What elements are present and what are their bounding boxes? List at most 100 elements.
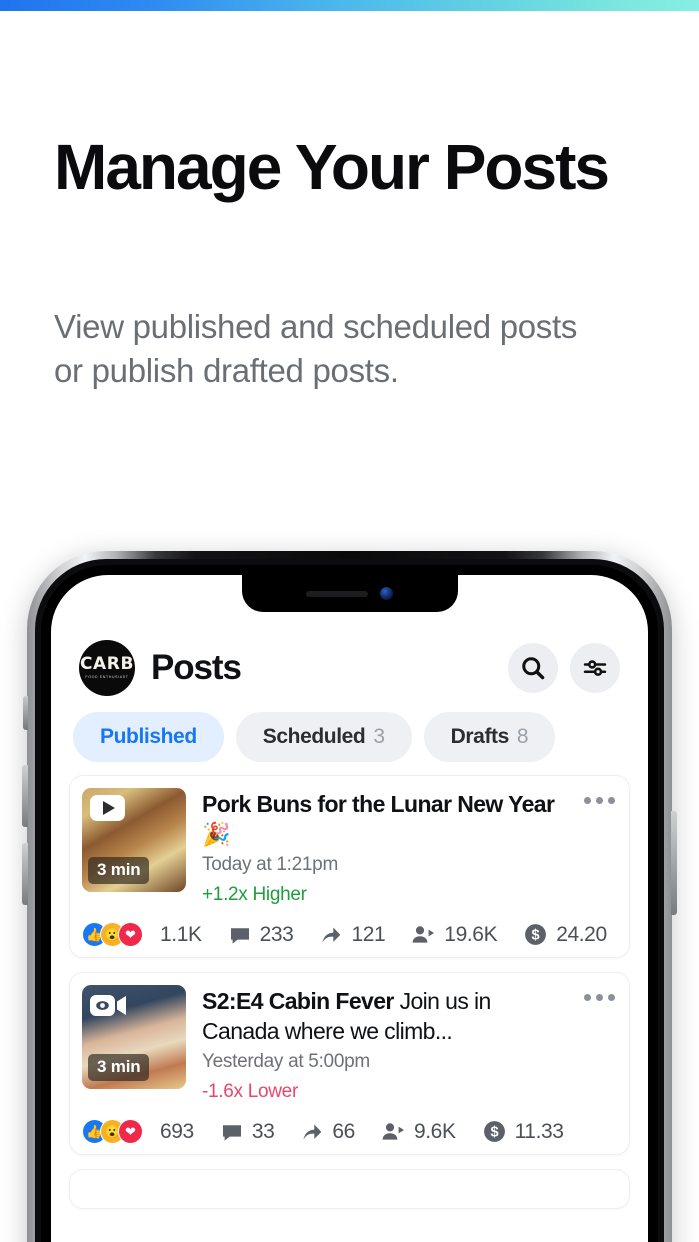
earnings-amount: 24.20 xyxy=(556,922,607,946)
post-header: 3 min S2:E4 Cabin Fever Join us in Canad… xyxy=(82,985,615,1105)
post-performance-badge: +1.2x Higher xyxy=(202,884,307,905)
tab-drafts-count: 8 xyxy=(516,725,529,748)
phone-screen: CARB FOOD ENTHUSIAST Posts Published Sch… xyxy=(51,575,648,1242)
post-timestamp: Yesterday at 5:00pm xyxy=(202,1051,370,1072)
post-title: S2:E4 Cabin Fever Join us in Canada wher… xyxy=(202,986,568,1046)
viewers-icon xyxy=(382,1122,404,1140)
svg-text:$: $ xyxy=(490,1125,498,1141)
logo-tagline: FOOD ENTHUSIAST xyxy=(85,675,129,680)
power-button[interactable] xyxy=(671,811,677,915)
filter-sliders-icon xyxy=(583,660,607,676)
more-dot-icon xyxy=(584,797,591,804)
heart-icon: ❤ xyxy=(118,922,143,947)
tab-drafts[interactable]: Drafts 8 xyxy=(423,712,556,762)
app-screen-title: Posts xyxy=(151,648,242,687)
viewers-count: 19.6K xyxy=(444,922,498,946)
reaction-icons: 👍 😮 ❤ xyxy=(82,922,143,947)
tab-scheduled-count: 3 xyxy=(373,725,385,748)
more-dot-icon xyxy=(584,994,591,1001)
post-timestamp: Today at 1:21pm xyxy=(202,854,338,875)
filter-button[interactable] xyxy=(570,643,620,693)
post-card[interactable]: 3 min S2:E4 Cabin Fever Join us in Canad… xyxy=(69,972,630,1155)
brand-logo-icon: CARB FOOD ENTHUSIAST xyxy=(79,640,135,696)
dollar-coin-icon: $ xyxy=(525,924,547,945)
earpiece-speaker-icon xyxy=(306,590,368,597)
app-header: CARB FOOD ENTHUSIAST Posts xyxy=(51,631,648,705)
play-badge-icon xyxy=(90,795,125,821)
svg-text:$: $ xyxy=(532,928,540,944)
post-details: S2:E4 Cabin Fever Join us in Canada wher… xyxy=(202,985,568,1105)
post-title-bold: S2:E4 Cabin Fever xyxy=(202,988,394,1014)
post-title-emoji: 🎉 xyxy=(202,821,231,847)
stat-reactions[interactable]: 👍 😮 ❤ 693 xyxy=(82,1119,194,1144)
more-dot-icon xyxy=(596,994,603,1001)
phone-device-frame: CARB FOOD ENTHUSIAST Posts Published Sch… xyxy=(22,551,677,1242)
stat-comments[interactable]: 33 xyxy=(220,1120,275,1144)
tab-scheduled[interactable]: Scheduled 3 xyxy=(235,712,412,762)
search-button[interactable] xyxy=(508,643,558,693)
post-card[interactable]: 3 min Pork Buns for the Lunar New Year 🎉… xyxy=(69,775,630,958)
viewers-icon xyxy=(412,925,435,943)
post-thumbnail[interactable]: 3 min xyxy=(82,985,186,1089)
viewers-count: 9.6K xyxy=(413,1119,456,1143)
volume-up-button[interactable] xyxy=(22,765,28,827)
phone-notch xyxy=(241,575,458,612)
header-actions xyxy=(508,643,620,693)
app-store-screenshot: Manage Your Posts View published and sch… xyxy=(0,0,699,1242)
post-duration-label: 3 min xyxy=(88,857,150,884)
more-dot-icon xyxy=(608,797,615,804)
silent-switch-button[interactable] xyxy=(23,696,28,730)
stat-viewers[interactable]: 9.6K xyxy=(381,1120,456,1144)
post-performance-badge: -1.6x Lower xyxy=(202,1081,298,1102)
comments-count: 233 xyxy=(259,922,294,946)
reactions-count: 1.1K xyxy=(160,922,202,946)
tab-published[interactable]: Published xyxy=(73,712,224,762)
stat-shares[interactable]: 121 xyxy=(319,922,386,947)
top-gradient-bar xyxy=(0,0,699,11)
search-icon xyxy=(522,657,545,680)
live-video-badge-icon xyxy=(90,992,128,1024)
dollar-coin-icon: $ xyxy=(483,1121,505,1142)
page-subtitle: View published and scheduled posts or pu… xyxy=(54,308,578,389)
post-duration-label: 3 min xyxy=(88,1054,150,1081)
shares-count: 66 xyxy=(332,1119,355,1143)
shares-count: 121 xyxy=(351,922,386,946)
phone-bezel: CARB FOOD ENTHUSIAST Posts Published Sch… xyxy=(41,565,658,1242)
post-stats-row: 👍 😮 ❤ 1.1K 233 121 19.6K $ 24.20 xyxy=(82,920,615,947)
post-list: 3 min Pork Buns for the Lunar New Year 🎉… xyxy=(51,775,648,1223)
share-arrow-icon xyxy=(303,1124,322,1139)
comment-icon xyxy=(222,1124,241,1141)
post-header: 3 min Pork Buns for the Lunar New Year 🎉… xyxy=(82,788,615,908)
stat-shares[interactable]: 66 xyxy=(300,1120,355,1144)
play-triangle-icon xyxy=(102,801,115,815)
post-card-partial[interactable] xyxy=(69,1169,630,1209)
video-camera-icon xyxy=(90,995,126,1016)
comments-count: 33 xyxy=(251,1119,275,1143)
more-dot-icon xyxy=(608,994,615,1001)
logo-wordmark: CARB xyxy=(79,653,135,674)
post-thumbnail[interactable]: 3 min xyxy=(82,788,186,892)
post-title: Pork Buns for the Lunar New Year 🎉 xyxy=(202,789,568,849)
post-more-options-button[interactable] xyxy=(584,985,615,1105)
front-camera-icon xyxy=(380,587,393,600)
stat-reactions[interactable]: 👍 😮 ❤ 1.1K xyxy=(82,922,202,947)
phone-inner-frame: CARB FOOD ENTHUSIAST Posts Published Sch… xyxy=(35,559,664,1242)
stat-earnings[interactable]: $ 24.20 xyxy=(523,922,607,947)
comment-icon xyxy=(230,927,249,944)
heart-icon: ❤ xyxy=(118,1119,143,1144)
stat-comments[interactable]: 233 xyxy=(228,923,294,947)
volume-down-button[interactable] xyxy=(22,843,28,905)
share-arrow-icon xyxy=(322,927,341,942)
post-details: Pork Buns for the Lunar New Year 🎉 Today… xyxy=(202,788,568,908)
more-dot-icon xyxy=(596,797,603,804)
earnings-amount: 11.33 xyxy=(514,1119,564,1143)
post-stats-row: 👍 😮 ❤ 693 33 66 9.6K $ 11.33 xyxy=(82,1117,615,1144)
stat-earnings[interactable]: $ 11.33 xyxy=(482,1119,564,1144)
tab-published-label: Published xyxy=(100,725,197,748)
post-more-options-button[interactable] xyxy=(584,788,615,908)
post-title-bold: Pork Buns for the Lunar New Year xyxy=(202,791,555,817)
stat-viewers[interactable]: 19.6K xyxy=(411,922,498,947)
page-title: Manage Your Posts xyxy=(54,131,610,203)
reaction-icons: 👍 😮 ❤ xyxy=(82,1119,143,1144)
tab-scheduled-label: Scheduled xyxy=(262,725,366,748)
